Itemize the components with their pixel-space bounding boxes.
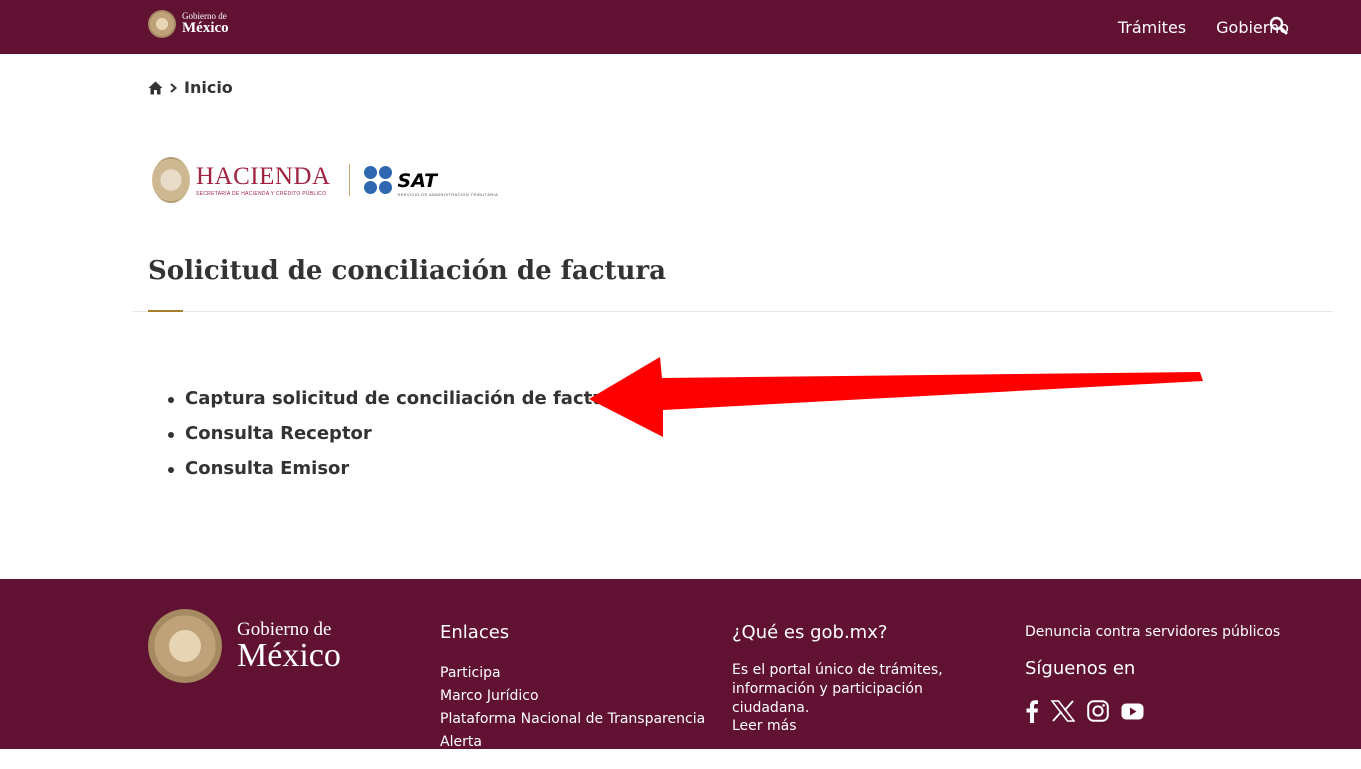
link-consulta-emisor[interactable]: Consulta Emisor xyxy=(185,458,349,479)
hacienda-name: HACIENDA xyxy=(196,163,331,190)
footer-brand-line1: Gobierno de xyxy=(237,618,332,640)
search-icon[interactable] xyxy=(1268,15,1290,37)
sat-subtitle: SERVICIO DE ADMINISTRACIÓN TRIBUTARIA xyxy=(397,191,499,197)
page-title: Solicitud de conciliación de factura xyxy=(148,256,666,286)
title-accent xyxy=(148,310,183,312)
nav-tramites[interactable]: Trámites xyxy=(1118,18,1186,37)
seal-icon xyxy=(148,10,176,38)
breadcrumb: Inicio xyxy=(148,78,233,97)
top-nav: Trámites Gobierno xyxy=(1118,0,1289,54)
youtube-icon[interactable] xyxy=(1121,703,1144,720)
sat-dots-icon xyxy=(363,166,392,194)
link-captura-solicitud[interactable]: Captura solicitud de conciliación de fac… xyxy=(185,388,626,409)
footer-seal-icon xyxy=(148,609,222,683)
list-item: Consulta Emisor xyxy=(167,455,626,490)
home-icon[interactable] xyxy=(148,81,163,95)
list-item: Consulta Receptor xyxy=(167,420,626,455)
footer-brand-line2: México xyxy=(237,636,341,674)
x-twitter-icon[interactable] xyxy=(1051,700,1075,722)
social-icons xyxy=(1025,699,1280,723)
breadcrumb-current: Inicio xyxy=(184,78,233,97)
link-list: Captura solicitud de conciliación de fac… xyxy=(167,385,626,490)
list-item: Captura solicitud de conciliación de fac… xyxy=(167,385,626,420)
link-datos-abiertos[interactable]: Portal de datos abiertos xyxy=(732,753,992,769)
hacienda-sat-logos: HACIENDA SECRETARÍA DE HACIENDA Y CRÉDIT… xyxy=(152,157,498,203)
enlaces-title: Enlaces xyxy=(440,622,510,643)
link-leer-mas[interactable]: Leer más xyxy=(732,718,992,734)
footer-que-es: ¿Qué es gob.mx? Es el portal único de tr… xyxy=(732,622,992,769)
brand-line2: México xyxy=(182,20,229,36)
hacienda-seal-icon xyxy=(152,157,190,203)
gobierno-logo[interactable]: Gobierno de México xyxy=(148,9,229,39)
facebook-icon[interactable] xyxy=(1025,699,1039,723)
link-transparencia[interactable]: Plataforma Nacional de Transparencia xyxy=(440,708,705,731)
logo-divider xyxy=(348,164,350,196)
chevron-right-icon xyxy=(170,82,178,93)
footer-social: Denuncia contra servidores públicos Sígu… xyxy=(1025,624,1280,723)
link-participa[interactable]: Participa xyxy=(440,662,705,685)
link-alerta[interactable]: Alerta xyxy=(440,731,705,754)
siguenos-label: Síguenos en xyxy=(1025,658,1136,679)
top-navbar: Gobierno de México Trámites Gobierno xyxy=(0,0,1361,54)
que-text: Es el portal único de trámites, informac… xyxy=(732,662,943,716)
footer-enlaces: Enlaces Participa Marco Jurídico Platafo… xyxy=(440,622,705,754)
footer: Gobierno de México Enlaces Participa Mar… xyxy=(0,579,1361,769)
que-title: ¿Qué es gob.mx? xyxy=(732,622,888,643)
sat-name: SAT xyxy=(397,169,438,192)
link-marco-juridico[interactable]: Marco Jurídico xyxy=(440,685,705,708)
link-consulta-receptor[interactable]: Consulta Receptor xyxy=(185,423,372,444)
hacienda-subtitle: SECRETARÍA DE HACIENDA Y CRÉDITO PÚBLICO xyxy=(196,191,327,197)
instagram-icon[interactable] xyxy=(1087,700,1109,722)
footer-brand[interactable]: Gobierno de México xyxy=(148,609,341,683)
title-divider xyxy=(133,311,1333,312)
link-denuncia[interactable]: Denuncia contra servidores públicos xyxy=(1025,624,1280,640)
